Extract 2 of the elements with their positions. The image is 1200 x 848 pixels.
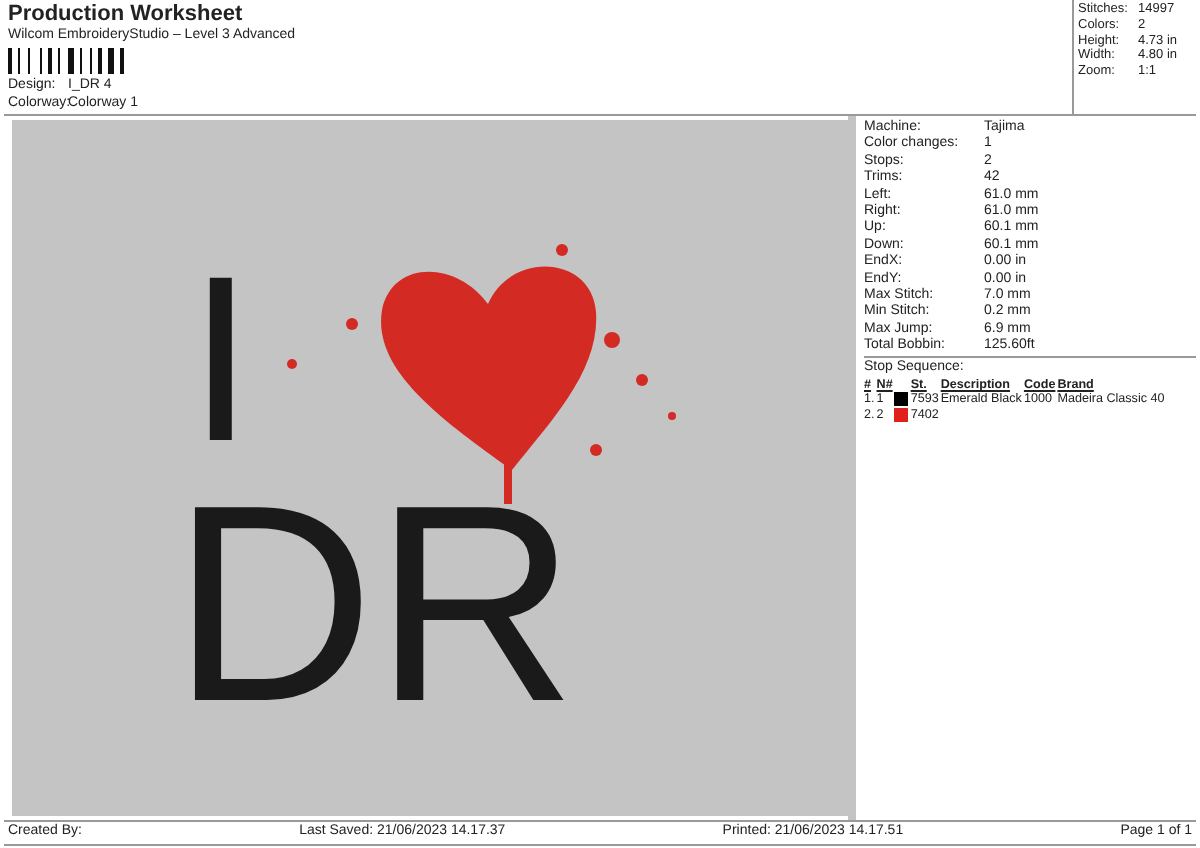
worksheet-title: Production Worksheet <box>8 2 245 27</box>
barcode-icon <box>8 48 124 75</box>
